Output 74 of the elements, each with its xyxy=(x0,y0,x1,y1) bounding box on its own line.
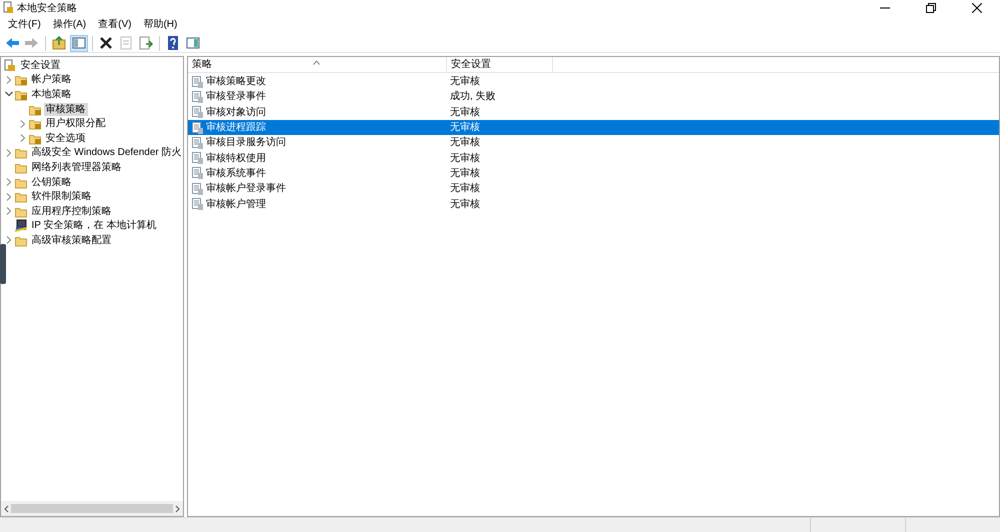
tree-item[interactable]: 应用程序控制策略 xyxy=(30,204,114,218)
policy-icon xyxy=(3,1,14,14)
menu-item[interactable]: 操作(A) xyxy=(46,17,92,33)
column-header[interactable]: 策略 xyxy=(188,57,447,72)
policy-setting: 无审核 xyxy=(449,198,481,212)
policy-setting: 无审核 xyxy=(449,166,481,181)
scroll-left-icon[interactable] xyxy=(3,504,9,512)
tree-item[interactable]: 软件限制策略 xyxy=(30,190,94,204)
policy-row[interactable]: 审核登录事件 成功, 失败 xyxy=(188,89,999,105)
tree-item[interactable]: 网络列表管理器策略 xyxy=(30,160,124,174)
policy-setting: 无审核 xyxy=(449,136,481,150)
security-settings-icon xyxy=(4,58,16,72)
policy-item-icon xyxy=(192,182,203,195)
tree-item[interactable]: 用户权限分配 xyxy=(44,117,108,130)
policy-item-icon xyxy=(192,167,203,180)
tree-item[interactable]: IP 安全策略，在 本地计算机 xyxy=(30,219,158,232)
window-title: 本地安全策略 xyxy=(17,2,77,16)
network-monitor-icon xyxy=(15,219,27,232)
menu-item[interactable]: 查看(V) xyxy=(92,17,138,33)
policy-row[interactable]: 审核系统事件 无审核 xyxy=(188,166,999,182)
pane-splitter-handle[interactable] xyxy=(0,244,6,284)
delete-button[interactable] xyxy=(97,34,115,52)
horizontal-scrollbar[interactable] xyxy=(1,501,183,516)
policy-item-icon xyxy=(192,122,203,134)
policy-name: 审核登录事件 xyxy=(206,90,266,104)
policy-setting: 成功, 失败 xyxy=(449,90,497,104)
tree-item[interactable]: 高级审核策略配置 xyxy=(30,234,114,247)
folder-icon xyxy=(15,190,27,204)
scroll-right-icon[interactable] xyxy=(175,504,181,512)
policy-name: 审核对象访问 xyxy=(206,106,266,120)
locked-folder-icon xyxy=(15,73,27,86)
policy-name: 审核策略更改 xyxy=(206,74,266,90)
tree-view-button[interactable] xyxy=(70,34,88,52)
policy-item-icon xyxy=(192,198,203,210)
policy-name: 审核系统事件 xyxy=(206,166,266,181)
policy-row[interactable]: 审核进程跟踪 无审核 xyxy=(188,120,999,136)
policy-row[interactable]: 审核帐户登录事件 无审核 xyxy=(188,181,999,196)
restore-icon xyxy=(926,3,936,13)
tree-item[interactable]: 高级安全 Windows Defender 防火 xyxy=(30,146,184,160)
locked-folder-icon xyxy=(29,117,41,130)
tree-item[interactable]: 帐户策略 xyxy=(30,73,74,86)
tree-item[interactable]: 安全设置 xyxy=(18,58,62,72)
pane-view-button[interactable] xyxy=(184,34,202,52)
menu-item[interactable]: 文件(F) xyxy=(2,17,47,33)
export-button[interactable] xyxy=(137,34,155,52)
close-icon xyxy=(972,3,982,13)
policy-row[interactable]: 审核目录服务访问 无审核 xyxy=(188,135,999,150)
policy-name: 审核特权使用 xyxy=(206,152,266,166)
folder-up-button[interactable] xyxy=(50,34,68,52)
tree-item[interactable]: 安全选项 xyxy=(44,132,88,145)
policy-row[interactable]: 审核帐户管理 无审核 xyxy=(188,196,999,212)
policy-row[interactable]: 审核特权使用 无审核 xyxy=(188,150,999,166)
policy-item-icon xyxy=(192,136,203,149)
policy-setting: 无审核 xyxy=(449,74,481,90)
policy-setting: 无审核 xyxy=(449,152,481,166)
tree-item[interactable]: 本地策略 xyxy=(30,88,74,101)
policy-setting: 无审核 xyxy=(449,120,481,136)
policy-row[interactable]: 审核对象访问 无审核 xyxy=(188,104,999,120)
tree-item[interactable]: 公钥策略 xyxy=(30,176,74,189)
policy-name: 审核进程跟踪 xyxy=(206,120,266,136)
column-header[interactable]: 安全设置 xyxy=(447,57,553,72)
policy-name: 审核目录服务访问 xyxy=(206,136,286,150)
folder-icon xyxy=(15,146,27,160)
policy-item-icon xyxy=(192,76,203,88)
menu-item[interactable]: 帮助(H) xyxy=(137,17,184,33)
policy-name: 审核帐户管理 xyxy=(206,198,266,212)
policy-row[interactable]: 审核策略更改 无审核 xyxy=(188,74,999,90)
policy-setting: 无审核 xyxy=(449,106,481,120)
tree-item[interactable]: 审核策略 xyxy=(44,102,88,116)
policy-item-icon xyxy=(192,90,203,103)
policy-item-icon xyxy=(192,106,203,118)
policy-name: 审核帐户登录事件 xyxy=(206,182,286,196)
policy-setting: 无审核 xyxy=(449,182,481,196)
policy-item-icon xyxy=(192,152,203,164)
